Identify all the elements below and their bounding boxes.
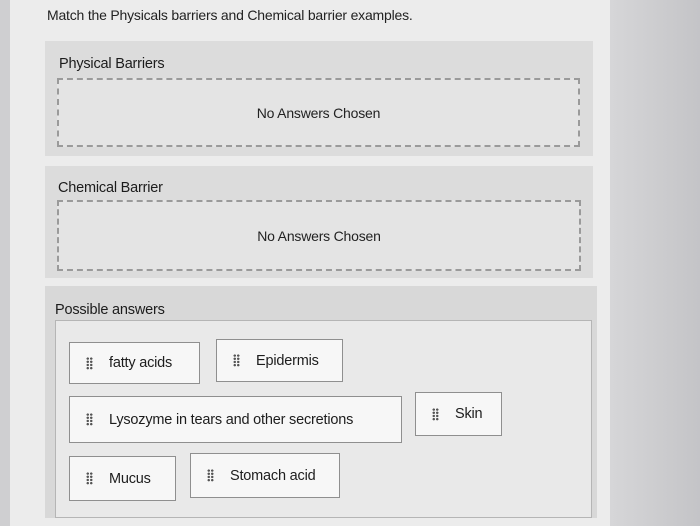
drag-handle-icon [86, 413, 93, 426]
drop-zone-placeholder: No Answers Chosen [257, 227, 381, 244]
answer-chip-stomach-acid[interactable]: Stomach acid [190, 453, 340, 498]
answer-chip-mucus[interactable]: Mucus [69, 456, 176, 501]
question-text: Match the Physicals barriers and Chemica… [47, 7, 413, 23]
answer-label: fatty acids [109, 355, 173, 371]
answer-chip-epidermis[interactable]: Epidermis [216, 339, 343, 382]
answer-label: Stomach acid [230, 467, 316, 484]
answer-label: Skin [455, 406, 483, 422]
answer-chip-skin[interactable]: Skin [415, 392, 502, 436]
drag-handle-icon [86, 356, 93, 370]
window-edge [610, 0, 700, 526]
answer-label: Epidermis [256, 352, 319, 369]
chemical-barrier-drop-zone[interactable]: No Answers Chosen [57, 200, 581, 271]
possible-answers-title: Possible answers [55, 302, 165, 318]
drag-handle-icon [432, 407, 439, 421]
answer-label: Mucus [109, 470, 151, 487]
answer-label: Lysozyme in tears and other secretions [109, 411, 354, 428]
drop-zone-placeholder: No Answers Chosen [256, 104, 381, 121]
answer-chip-lysozyme[interactable]: Lysozyme in tears and other secretions [69, 396, 402, 443]
answer-chip-fatty-acids[interactable]: fatty acids [69, 342, 200, 384]
physical-barriers-title: Physical Barriers [59, 56, 165, 72]
drag-handle-icon [86, 472, 93, 485]
drag-handle-icon [233, 354, 240, 367]
chemical-barrier-title: Chemical Barrier [58, 180, 163, 196]
drag-handle-icon [207, 469, 214, 482]
physical-barriers-drop-zone[interactable]: No Answers Chosen [57, 78, 580, 147]
